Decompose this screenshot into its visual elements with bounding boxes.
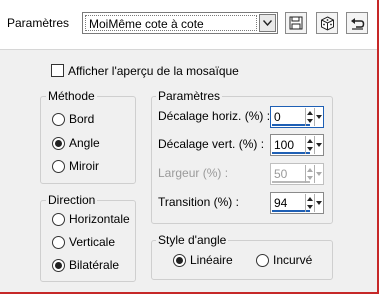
save-preset-button[interactable] [285, 12, 307, 34]
width-updown [305, 165, 314, 183]
direction-label-bilaterale[interactable]: Bilatérale [69, 258, 119, 272]
presets-label: Paramètres [7, 16, 70, 30]
width-value: 50 [274, 167, 288, 181]
method-label-angle[interactable]: Angle [69, 136, 100, 150]
offset-horiz-label: Décalage horiz. (%) : [158, 109, 271, 123]
offset-horiz-value[interactable]: 0 [274, 110, 281, 124]
method-label-bord[interactable]: Bord [69, 112, 94, 126]
floppy-disk-icon [289, 16, 303, 30]
presets-bar: Paramètres MoiMême cote à cote [0, 0, 379, 48]
offset-vert-label: Décalage vert. (%) : [158, 137, 265, 151]
offset-vert-spinner[interactable]: 100 [270, 134, 324, 156]
method-label-miroir[interactable]: Miroir [69, 159, 99, 173]
corner-label-lineaire[interactable]: Linéaire [190, 253, 233, 267]
width-label: Largeur (%) : [158, 166, 229, 180]
dice-icon [320, 15, 334, 31]
method-radio-bord[interactable] [52, 113, 65, 126]
preview-checkbox[interactable] [51, 64, 64, 77]
direction-radio-verticale[interactable] [52, 236, 65, 249]
transition-dropdown[interactable] [314, 194, 323, 212]
offset-vert-value[interactable]: 100 [274, 138, 294, 152]
chevron-down-icon[interactable] [259, 14, 276, 32]
transition-value[interactable]: 94 [274, 196, 287, 210]
transition-label: Transition (%) : [158, 195, 239, 209]
params-title: Paramètres [156, 89, 223, 103]
offset-horiz-updown[interactable] [305, 108, 314, 126]
offset-vert-updown[interactable] [305, 136, 314, 154]
offset-horiz-spinner[interactable]: 0 [270, 106, 324, 128]
corner-label-incurve[interactable]: Incurvé [273, 253, 312, 267]
width-dropdown [314, 165, 323, 183]
offset-horiz-dropdown[interactable] [314, 108, 323, 126]
method-radio-miroir[interactable] [52, 160, 65, 173]
offset-vert-dropdown[interactable] [314, 136, 323, 154]
presets-dropdown-value: MoiMême cote à cote [85, 15, 257, 31]
corner-radio-lineaire[interactable] [173, 254, 186, 267]
method-radio-angle[interactable] [52, 137, 65, 150]
direction-title: Direction [46, 193, 98, 207]
presets-dropdown[interactable]: MoiMême cote à cote [82, 12, 278, 34]
width-spinner: 50 [270, 163, 324, 185]
reset-button[interactable] [346, 12, 368, 34]
preview-label[interactable]: Afficher l'aperçu de la mosaïque [68, 64, 239, 78]
randomize-button[interactable] [316, 12, 338, 34]
transition-updown[interactable] [305, 194, 314, 212]
transition-spinner[interactable]: 94 [270, 192, 324, 214]
direction-radio-horizontale[interactable] [52, 213, 65, 226]
direction-label-verticale[interactable]: Verticale [69, 235, 115, 249]
corner-radio-incurve[interactable] [256, 254, 269, 267]
undo-arrow-icon [350, 18, 364, 30]
corner-style-title: Style d'angle [156, 233, 229, 247]
direction-label-horizontale[interactable]: Horizontale [69, 212, 130, 226]
direction-radio-bilaterale[interactable] [52, 259, 65, 272]
method-title: Méthode [46, 89, 97, 103]
